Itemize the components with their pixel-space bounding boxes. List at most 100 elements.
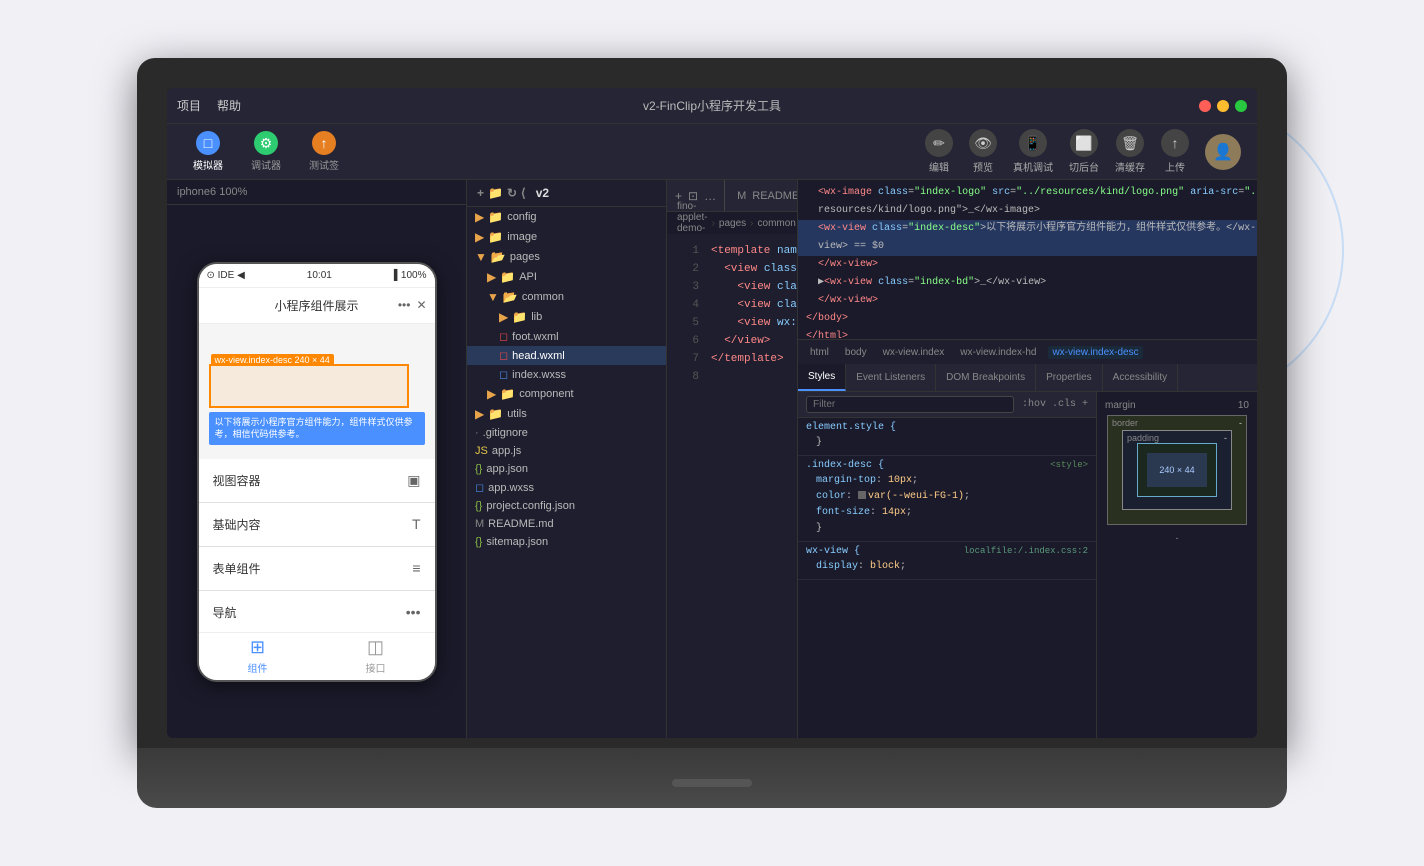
tree-head-wxml[interactable]: ◻ head.wxml xyxy=(467,346,666,365)
tree-common[interactable]: ▼ 📂 common xyxy=(467,287,666,307)
folder-icon: ▶ xyxy=(475,210,484,224)
tree-api[interactable]: ▶ 📁 API xyxy=(467,267,666,287)
tree-sitemap[interactable]: {} sitemap.json xyxy=(467,533,666,551)
new-folder-icon[interactable]: 📁 xyxy=(488,186,503,200)
list-item-icon-0: ▣ xyxy=(407,472,420,489)
list-item[interactable]: 基础内容 T xyxy=(199,503,435,547)
element-selector: html body wx-view.index wx-view.index-hd… xyxy=(798,340,1257,364)
refresh-icon[interactable]: ↻ xyxy=(507,186,517,200)
debugger-label: 调试器 xyxy=(251,157,281,172)
tree-config[interactable]: ▶ 📁 config xyxy=(467,207,666,227)
devtab-event-listeners[interactable]: Event Listeners xyxy=(846,364,936,391)
tree-lib[interactable]: ▶ 📁 lib xyxy=(467,307,666,327)
tree-readme-label: README.md xyxy=(488,518,553,530)
clear-cache-button[interactable]: 🗑 清缓存 xyxy=(1115,129,1145,174)
real-debug-button[interactable]: 📱 真机调试 xyxy=(1013,129,1053,174)
folder-open-icon: ▼ xyxy=(487,290,499,304)
readme-tab-icon: M xyxy=(737,190,746,202)
upload-button[interactable]: ↑ 上传 xyxy=(1161,129,1189,174)
content-bottom: - xyxy=(1176,533,1179,543)
line-content: </view> xyxy=(711,332,770,350)
json-icon: {} xyxy=(475,500,482,512)
laptop-screen: 项目 帮助 v2-FinClip小程序开发工具 □ xyxy=(167,88,1257,738)
filter-input[interactable] xyxy=(806,396,1014,413)
menu-project[interactable]: 项目 xyxy=(177,97,201,114)
line-num: 8 xyxy=(675,368,699,386)
elem-wx-view-desc[interactable]: wx-view.index-desc xyxy=(1048,346,1142,359)
tree-pages[interactable]: ▼ 📂 pages xyxy=(467,247,666,267)
folder-icon: ▶ xyxy=(475,230,484,244)
tree-gitignore[interactable]: · .gitignore xyxy=(467,424,666,442)
edit-icon: ✏ xyxy=(925,129,953,157)
elem-wx-view-index[interactable]: wx-view.index xyxy=(879,346,949,359)
code-editor[interactable]: 1 <template name="head"> 2 <view class="… xyxy=(667,234,797,738)
line-content: <view class="page-head-title">{{title}}<… xyxy=(711,278,797,296)
tab-components[interactable]: ⊞ 组件 xyxy=(199,637,317,675)
line-content: <template name="head"> xyxy=(711,242,797,260)
tree-app-wxss[interactable]: ◻ app.wxss xyxy=(467,478,666,497)
list-item[interactable]: 导航 ••• xyxy=(199,591,435,632)
simulator-button[interactable]: □ 模拟器 xyxy=(183,127,233,176)
device-name: iphone6 xyxy=(177,186,216,198)
test-button[interactable]: ↑ 测试签 xyxy=(299,127,349,176)
folder-color-icon: 📁 xyxy=(500,387,515,401)
close-btn[interactable] xyxy=(1199,100,1211,112)
minimize-btn[interactable] xyxy=(1217,100,1229,112)
phone-nav-icons: ••• ✕ xyxy=(398,298,427,312)
edit-button[interactable]: ✏ 编辑 xyxy=(925,129,953,174)
status-left: ⊙ IDE ◀ xyxy=(207,270,245,281)
simulator-screen: ⊙ IDE ◀ 10:01 ▌100% 小程序组件展示 ••• ✕ xyxy=(167,205,466,738)
title-bar: 项目 帮助 v2-FinClip小程序开发工具 xyxy=(167,88,1257,124)
file-tree-header: + 📁 ↻ ⟨ v2 xyxy=(467,180,666,207)
main-toolbar: □ 模拟器 ⚙ 调试器 ↑ 测试签 xyxy=(167,124,1257,180)
tree-app-js[interactable]: JS app.js xyxy=(467,442,666,460)
line-num: 4 xyxy=(675,296,699,314)
dom-line: ▶<wx-view class="index-bd">_</wx-view> xyxy=(798,274,1257,292)
tree-common-label: common xyxy=(522,291,564,303)
maximize-btn[interactable] xyxy=(1235,100,1247,112)
tab-readme[interactable]: M README.md xyxy=(725,180,797,211)
elem-body[interactable]: body xyxy=(841,346,871,359)
tab-api[interactable]: ◫ 接口 xyxy=(317,637,435,675)
folder-icon: ▶ xyxy=(487,270,496,284)
tree-project-config[interactable]: {} project.config.json xyxy=(467,497,666,515)
tree-readme[interactable]: M README.md xyxy=(467,515,666,533)
rule-selector: .index-desc { <style> xyxy=(806,460,1088,471)
tree-index-wxss[interactable]: ◻ index.wxss xyxy=(467,365,666,384)
preview-icon: 👁 xyxy=(969,129,997,157)
nav-more-icon[interactable]: ••• xyxy=(398,298,411,312)
user-avatar[interactable]: 👤 xyxy=(1205,134,1241,170)
collapse-icon[interactable]: ⟨ xyxy=(521,186,526,200)
tree-component[interactable]: ▶ 📁 component xyxy=(467,384,666,404)
tree-utils[interactable]: ▶ 📁 utils xyxy=(467,404,666,424)
background-button[interactable]: ⬜ 切后台 xyxy=(1069,129,1099,174)
tree-foot-wxml[interactable]: ◻ foot.wxml xyxy=(467,327,666,346)
elem-html[interactable]: html xyxy=(806,346,833,359)
debugger-button[interactable]: ⚙ 调试器 xyxy=(241,127,291,176)
devtab-dom-breakpoints[interactable]: DOM Breakpoints xyxy=(936,364,1036,391)
list-item[interactable]: 表单组件 ≡ xyxy=(199,547,435,591)
code-line-5: 5 <view wx:if="{{desc}}" class="page-hea… xyxy=(667,314,797,332)
code-line-2: 2 <view class="page-head"> xyxy=(667,260,797,278)
simulator-panel: iphone6 100% ⊙ IDE ◀ 10:01 ▌100% xyxy=(167,180,467,738)
phone-nav-title: 小程序组件展示 xyxy=(274,297,358,314)
preview-button[interactable]: 👁 预览 xyxy=(969,129,997,174)
devtab-styles[interactable]: Styles xyxy=(798,364,846,391)
devtab-accessibility[interactable]: Accessibility xyxy=(1103,364,1178,391)
nav-close-icon[interactable]: ✕ xyxy=(416,298,426,312)
styles-left: :hov .cls + element.style { } .index-des… xyxy=(798,392,1097,738)
tree-image[interactable]: ▶ 📁 image xyxy=(467,227,666,247)
line-content: <view class="page-head"> xyxy=(711,260,797,278)
menu-help[interactable]: 帮助 xyxy=(217,97,241,114)
code-line-8: 8 xyxy=(667,368,797,386)
tree-image-label: image xyxy=(507,231,537,243)
rule-closing: } xyxy=(806,521,1088,537)
elem-wx-view-hd[interactable]: wx-view.index-hd xyxy=(956,346,1040,359)
tree-app-json[interactable]: {} app.json xyxy=(467,460,666,478)
menu-bar: 项目 帮助 xyxy=(177,97,241,114)
devtab-properties[interactable]: Properties xyxy=(1036,364,1103,391)
new-file-icon[interactable]: + xyxy=(477,186,484,200)
rule-source[interactable]: localfile:/.index.css:2 xyxy=(964,546,1088,556)
tree-icons: + 📁 ↻ ⟨ xyxy=(477,186,526,200)
list-item[interactable]: 视图容器 ▣ xyxy=(199,459,435,503)
